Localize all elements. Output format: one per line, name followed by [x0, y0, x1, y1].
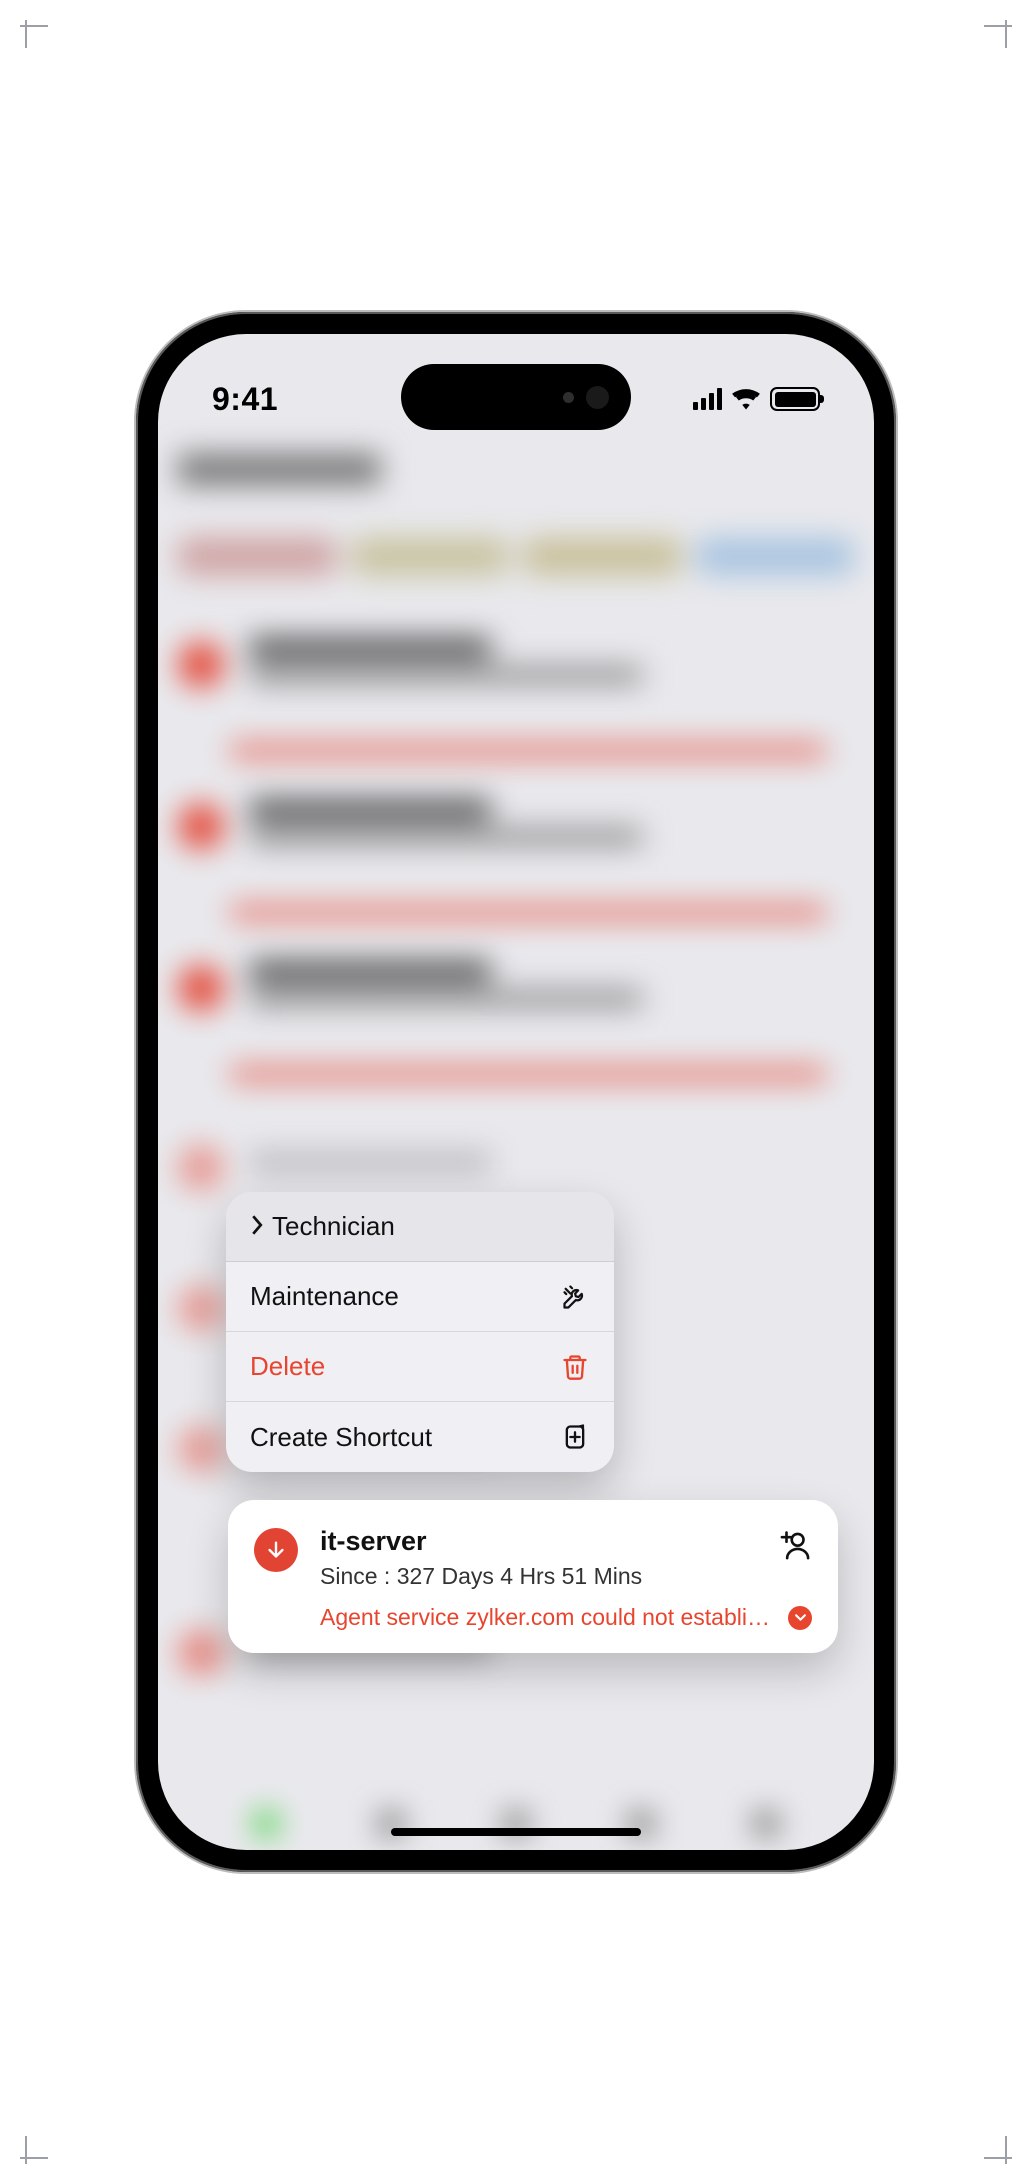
expand-button[interactable]	[788, 1606, 812, 1630]
menu-item-maintenance[interactable]: Maintenance	[226, 1262, 614, 1332]
menu-item-label: Create Shortcut	[250, 1422, 432, 1453]
context-menu: Technician Maintenance Delete	[226, 1192, 614, 1472]
menu-item-label: Technician	[272, 1211, 395, 1242]
wifi-icon	[732, 388, 760, 410]
phone-device-frame: 9:41	[136, 312, 896, 1872]
chevron-right-icon	[250, 1211, 264, 1242]
phone-screen: 9:41	[158, 334, 874, 1850]
add-person-button[interactable]	[778, 1528, 812, 1562]
tools-icon	[560, 1282, 590, 1312]
menu-item-label: Maintenance	[250, 1281, 399, 1312]
card-error-message: Agent service zylker.com could not estab…	[320, 1604, 774, 1631]
card-title: it-server	[320, 1526, 778, 1557]
status-time: 9:41	[212, 381, 278, 418]
trash-icon	[560, 1352, 590, 1382]
menu-item-label: Delete	[250, 1351, 325, 1382]
menu-item-create-shortcut[interactable]: Create Shortcut	[226, 1402, 614, 1472]
menu-item-technician[interactable]: Technician	[226, 1192, 614, 1262]
home-indicator[interactable]	[391, 1828, 641, 1836]
down-arrow-icon	[254, 1528, 298, 1572]
menu-item-delete[interactable]: Delete	[226, 1332, 614, 1402]
server-card[interactable]: it-server Since : 327 Days 4 Hrs 51 Mins…	[228, 1500, 838, 1653]
card-since-label: Since : 327 Days 4 Hrs 51 Mins	[320, 1563, 778, 1590]
battery-icon	[770, 387, 820, 411]
shortcut-icon	[560, 1422, 590, 1452]
cellular-signal-icon	[693, 388, 722, 410]
dynamic-island	[401, 364, 631, 430]
